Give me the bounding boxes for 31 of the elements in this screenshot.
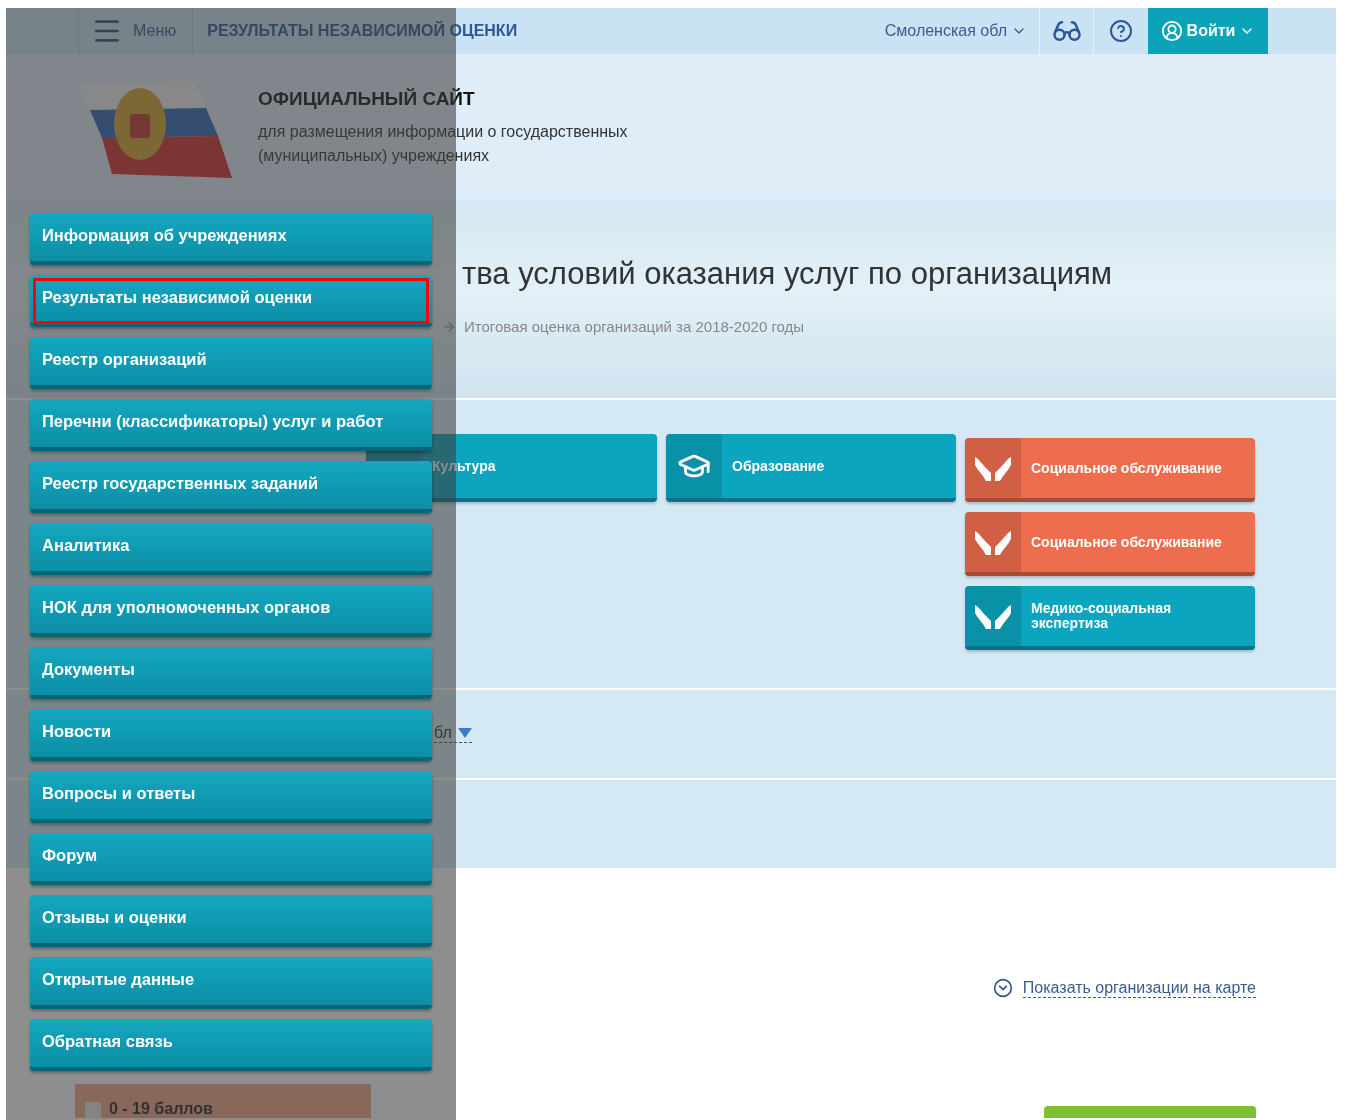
menu-item[interactable]: Аналитика — [30, 523, 432, 575]
menu-item[interactable]: Форум — [30, 833, 432, 885]
menu-item[interactable]: Перечни (классификаторы) услуг и работ — [30, 399, 432, 451]
user-icon — [1160, 20, 1183, 42]
menu-item[interactable]: Открытые данные — [30, 957, 432, 1009]
arrow-right-icon — [442, 319, 456, 334]
menu-item[interactable]: Новости — [30, 709, 432, 761]
breadcrumb-link[interactable]: Итоговая оценка организаций за 2018-2020 годы — [464, 318, 805, 335]
menu-item[interactable]: Реестр государственных заданий — [30, 461, 432, 513]
menu-item[interactable]: Обратная связь — [30, 1019, 432, 1071]
category-tile[interactable]: Медико-социальная экспертиза — [965, 586, 1255, 650]
help-icon — [1109, 19, 1133, 43]
menu-item[interactable]: НОК для уполномоченных органов — [30, 585, 432, 637]
chevron-circle-icon — [992, 978, 1013, 998]
menu-label: Меню — [133, 22, 177, 40]
legend-checkbox[interactable] — [85, 1102, 101, 1118]
menu-item[interactable]: Реестр организаций — [30, 337, 432, 389]
map-link[interactable]: Показать организации на карте — [1022, 978, 1256, 998]
login-button[interactable]: Войти — [1148, 8, 1268, 54]
menu-item[interactable]: Отзывы и оценки — [30, 895, 432, 947]
page-heading: тва условий оказания услуг по организациям — [462, 256, 1114, 292]
category-tile[interactable]: Социальное обслуживание — [965, 438, 1255, 502]
menu-item[interactable]: Вопросы и ответы — [30, 771, 432, 823]
category-tile[interactable]: Социальное обслуживание — [965, 512, 1255, 576]
triangle-down-icon — [457, 728, 472, 738]
menu-item[interactable]: Результаты независимой оценки — [30, 275, 432, 327]
filter-dropdown[interactable]: бл — [434, 724, 472, 743]
category-tile[interactable]: Образование — [666, 434, 956, 502]
legend-label: 0 - 19 баллов — [109, 1100, 213, 1118]
menu-item[interactable]: Информация об учреждениях — [30, 213, 432, 265]
menu-item[interactable]: Документы — [30, 647, 432, 699]
